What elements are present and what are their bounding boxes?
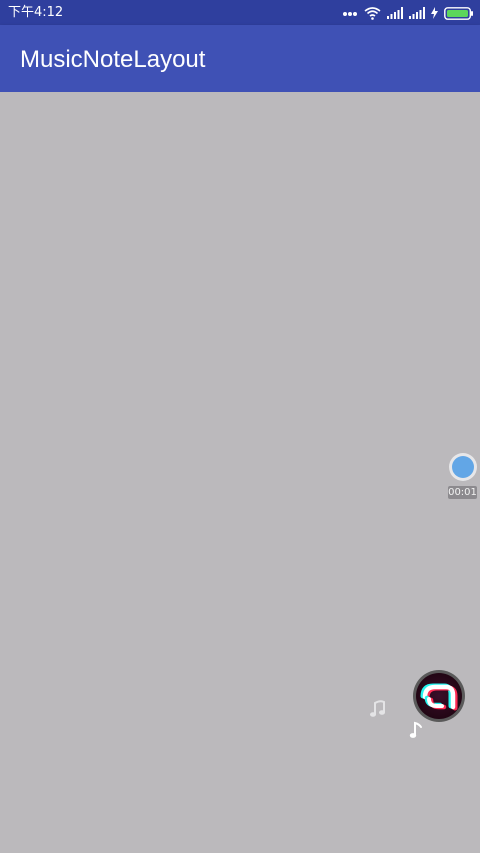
music-disc-button[interactable] [413,670,465,722]
status-bar: 下午4:12 [0,0,480,25]
record-dot-icon [452,456,474,478]
app-title: MusicNoteLayout [20,46,206,73]
battery-icon [444,6,473,20]
record-button[interactable] [449,453,477,481]
wifi-icon [364,7,381,20]
signal-icon [409,7,425,19]
tiktok-logo-icon [420,683,458,711]
more-dots-icon [343,12,357,16]
music-note-icon [409,721,422,738]
disc-cover [416,673,462,719]
content-area [0,92,480,853]
timer-badge: 00:01 [448,486,477,499]
signal-icon [387,7,403,19]
app-bar: MusicNoteLayout [0,25,480,92]
status-time: 下午4:12 [8,5,64,20]
status-icons [342,3,474,23]
charging-icon [431,7,438,19]
music-note-icon [370,700,385,717]
